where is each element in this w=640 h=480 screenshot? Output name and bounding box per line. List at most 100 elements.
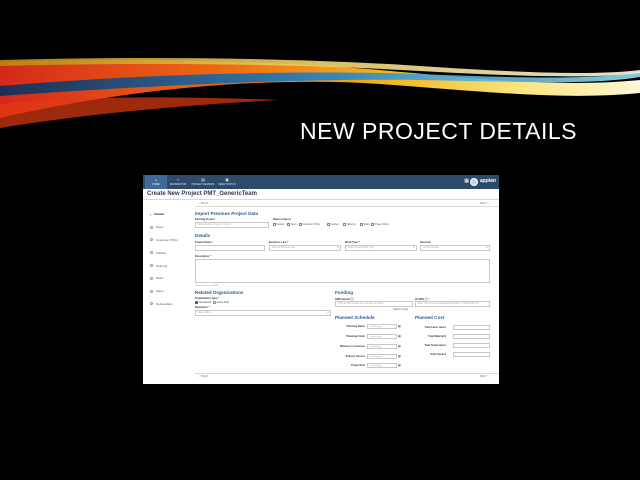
cost-label: Total Travel Hours — [424, 344, 446, 347]
business-line-label: Business Line * — [269, 241, 289, 244]
document-icon: ▤ — [201, 177, 205, 182]
total-labor-hours-input[interactable] — [453, 325, 490, 330]
schedule-label: Planning Starts — [346, 325, 365, 328]
work-type-label: Work Type * — [345, 241, 360, 244]
sidebar-item-deliverables[interactable]: Deliverables — [146, 298, 191, 311]
existing-project-label: Existing Project — [195, 218, 215, 221]
caret-down-icon: ▾ — [337, 247, 339, 249]
app-window: ⌂ HOME + INFORMATION ▤ PROJECT REVIEWS ▣ MEM… — [143, 175, 499, 384]
section-funding-title: Funding — [335, 290, 354, 295]
slide: NEW PROJECT DETAILS ⌂ HOME + INFORMATION ▤… — [0, 0, 640, 480]
radio-group-staff[interactable]: Group Staff — [213, 301, 229, 304]
divider — [143, 199, 499, 200]
app-grid-icon[interactable]: ▦ — [464, 179, 469, 184]
nav-tab-home[interactable]: ⌂ HOME — [145, 175, 167, 189]
back-button-bottom[interactable]: < BACK — [199, 375, 208, 378]
sidebar-item-plans[interactable]: Plans — [146, 285, 191, 298]
home-icon: ⌂ — [154, 177, 158, 182]
business-line-select[interactable]: Select a Business Line ▾ — [269, 245, 341, 251]
cost-label: Total Labor Hours — [424, 326, 446, 329]
caret-down-icon: ▾ — [486, 247, 488, 249]
radio-operational[interactable]: Operational — [195, 301, 211, 304]
calendar-icon[interactable]: ▦ — [398, 324, 401, 328]
sidebar-item-fellows[interactable]: Fellows — [146, 246, 191, 259]
step-circle-icon — [150, 276, 153, 280]
step-sidebar: › Details Team Customer POCs Fellows Tail… — [146, 208, 191, 310]
cost-label: Total Material $ — [427, 335, 446, 338]
step-circle-icon — [150, 289, 153, 293]
schedule-label: Project End — [351, 364, 365, 367]
total-material-input[interactable] — [453, 334, 490, 339]
step-circle-icon — [150, 238, 153, 242]
total-travel-cost-input[interactable] — [453, 352, 490, 357]
nav-tab-memo-status[interactable]: ▣ MEMO STATUS — [216, 175, 238, 189]
divider — [195, 373, 499, 374]
next-button-bottom[interactable]: NEXT > — [480, 375, 489, 378]
checkbox-details[interactable]: Details — [273, 223, 284, 226]
sidebar-item-tailoring[interactable]: Tailoring — [146, 259, 191, 272]
delivery-to-customer-date[interactable]: mm/dd/yyyy — [367, 344, 397, 349]
step-circle-icon — [150, 225, 153, 229]
slide-title: NEW PROJECT DETAILS — [300, 118, 578, 144]
section-related-orgs-title: Related Organizations — [195, 290, 244, 295]
checkbox-tailoring[interactable]: Tailoring — [343, 223, 356, 226]
brand-logo: appian — [479, 178, 496, 184]
clipboard-icon: ▣ — [225, 177, 229, 182]
project-end-date[interactable]: mm/dd/yyyy — [367, 363, 397, 368]
checkbox-customer-pocs[interactable]: Customer POCs — [299, 223, 320, 226]
schedule-label: Delivery Service — [345, 355, 365, 358]
step-circle-icon — [150, 251, 153, 255]
search-clear-links[interactable]: Search | Clear — [393, 308, 408, 311]
planning-finish-date[interactable]: mm/dd/yyyy — [367, 334, 397, 339]
divider — [195, 206, 499, 207]
back-button-top[interactable]: < BACK — [199, 202, 208, 205]
calendar-icon[interactable]: ▦ — [398, 334, 401, 338]
caret-down-icon: ▾ — [327, 312, 329, 314]
step-circle-icon — [150, 264, 153, 268]
sidebar-item-risks[interactable]: Risks — [146, 272, 191, 285]
schedule-label: Delivery to Customer — [339, 345, 365, 348]
project-name-label: Project Name * — [195, 241, 214, 244]
project-name-input[interactable] — [195, 245, 265, 251]
io-ors-input[interactable]: Enter IO's (Comma-separated) (Example: 7… — [415, 301, 490, 307]
checkbox-risks[interactable]: Risks — [360, 223, 369, 226]
total-travel-hours-input[interactable] — [453, 343, 490, 348]
interlock-label: Interlock — [420, 241, 431, 244]
sidebar-item-customer-pocs[interactable]: Customer POCs — [146, 234, 191, 247]
checkbox-project-plans[interactable]: Project Plans — [371, 223, 389, 226]
calendar-icon[interactable]: ▦ — [398, 363, 401, 367]
chevron-right-icon: › — [150, 211, 152, 217]
cost-label: Total Travel $ — [430, 353, 446, 356]
planning-starts-date[interactable]: mm/dd/yyyy — [367, 324, 397, 329]
checkbox-fellows[interactable]: Fellows — [327, 223, 339, 226]
section-planned-schedule-title: Planned Schedule — [335, 315, 375, 320]
schedule-label: Planning Finish — [346, 335, 365, 338]
requisitor-label: Requisitor * — [195, 306, 210, 309]
caret-down-icon: ▾ — [413, 247, 415, 249]
sidebar-item-details[interactable]: › Details — [146, 208, 191, 221]
character-count: Character count: 0/4000 — [195, 284, 219, 287]
sidebar-item-team[interactable]: Team — [146, 221, 191, 234]
nav-tab-project-reviews[interactable]: ▤ PROJECT REVIEWS — [190, 175, 216, 189]
section-planned-cost-title: Planned Cost — [415, 315, 445, 320]
section-import-title: Import Previous Project Data — [195, 211, 259, 216]
delivery-service-date[interactable]: mm/dd/yyyy — [367, 354, 397, 359]
existing-project-select[interactable]: Select Existing Project to Import — [195, 222, 269, 228]
checkbox-team[interactable]: Team — [287, 223, 296, 226]
interlock-select[interactable]: Select Interlock ▾ — [420, 245, 490, 251]
description-textarea[interactable] — [195, 259, 490, 283]
nav-tab-information[interactable]: + INFORMATION — [167, 175, 189, 189]
plus-icon: + — [176, 177, 180, 182]
section-details-title: Details — [195, 233, 211, 238]
sms-search-input[interactable]: Type a public tax/line item etc here to … — [335, 301, 413, 307]
organization-type-label: Organization Type * — [195, 297, 220, 300]
work-type-select[interactable]: Select Project Work Type ▾ — [345, 245, 417, 251]
step-circle-icon — [150, 302, 153, 306]
user-avatar[interactable] — [470, 177, 478, 186]
data-to-import-label: Data to Import — [273, 218, 291, 221]
calendar-icon[interactable]: ▦ — [398, 344, 401, 348]
requisitor-select[interactable]: Select Value ▾ — [195, 310, 331, 316]
calendar-icon[interactable]: ▦ — [398, 354, 401, 358]
page-title: Create New Project PMT_GenericTeam — [147, 191, 257, 197]
next-button-top[interactable]: NEXT > — [480, 202, 489, 205]
